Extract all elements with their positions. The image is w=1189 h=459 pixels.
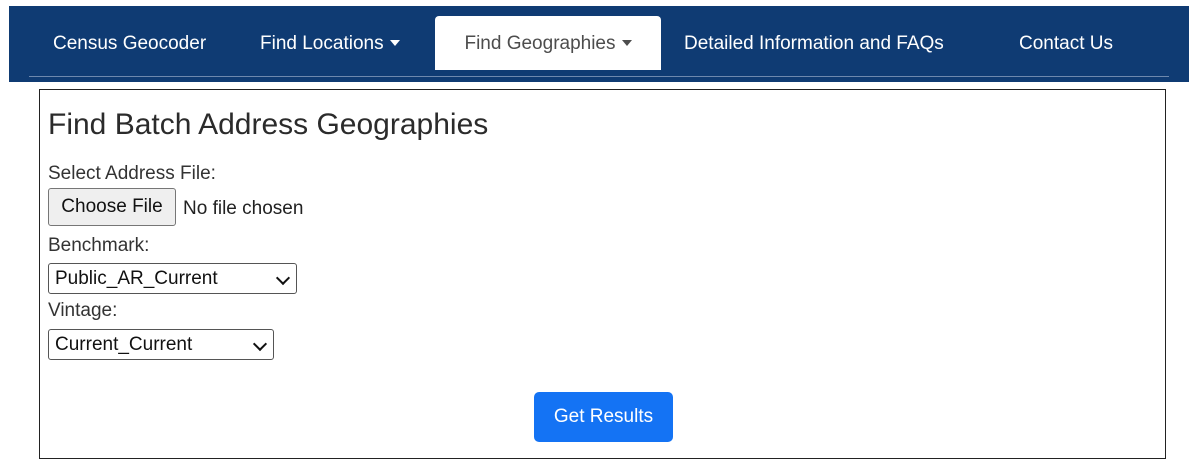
nav-census-geocoder-label: Census Geocoder bbox=[53, 33, 207, 54]
vintage-label: Vintage: bbox=[48, 300, 118, 321]
nav-detailed-info-faqs-label: Detailed Information and FAQs bbox=[684, 33, 944, 54]
nav-detailed-info-faqs[interactable]: Detailed Information and FAQs bbox=[684, 16, 944, 70]
batch-geographies-form: Find Batch Address Geographies Select Ad… bbox=[39, 89, 1166, 459]
nav-contact-us[interactable]: Contact Us bbox=[1019, 16, 1113, 70]
choose-file-button[interactable]: Choose File bbox=[48, 188, 176, 226]
nav-find-locations[interactable]: Find Locations bbox=[260, 16, 400, 70]
file-label: Select Address File: bbox=[48, 163, 216, 184]
benchmark-select[interactable]: Public_AR_Current bbox=[48, 263, 297, 294]
chevron-down-icon bbox=[252, 336, 268, 352]
chevron-down-icon bbox=[275, 270, 291, 286]
nav-find-locations-label: Find Locations bbox=[260, 33, 384, 54]
page-title: Find Batch Address Geographies bbox=[48, 108, 489, 141]
vintage-select-value: Current_Current bbox=[55, 334, 193, 355]
caret-down-icon bbox=[621, 40, 632, 46]
benchmark-select-value: Public_AR_Current bbox=[55, 268, 218, 289]
caret-down-icon bbox=[389, 40, 400, 46]
navbar-divider bbox=[29, 76, 1169, 77]
get-results-button[interactable]: Get Results bbox=[534, 392, 673, 442]
benchmark-label: Benchmark: bbox=[48, 235, 150, 256]
vintage-select[interactable]: Current_Current bbox=[48, 329, 274, 360]
nav-contact-us-label: Contact Us bbox=[1019, 33, 1113, 54]
file-status-text: No file chosen bbox=[183, 198, 304, 219]
nav-find-geographies-label: Find Geographies bbox=[464, 33, 616, 54]
nav-find-geographies[interactable]: Find Geographies bbox=[435, 16, 661, 70]
nav-census-geocoder[interactable]: Census Geocoder bbox=[53, 16, 206, 70]
top-navbar: Census Geocoder Find Locations Find Geog… bbox=[9, 6, 1189, 82]
